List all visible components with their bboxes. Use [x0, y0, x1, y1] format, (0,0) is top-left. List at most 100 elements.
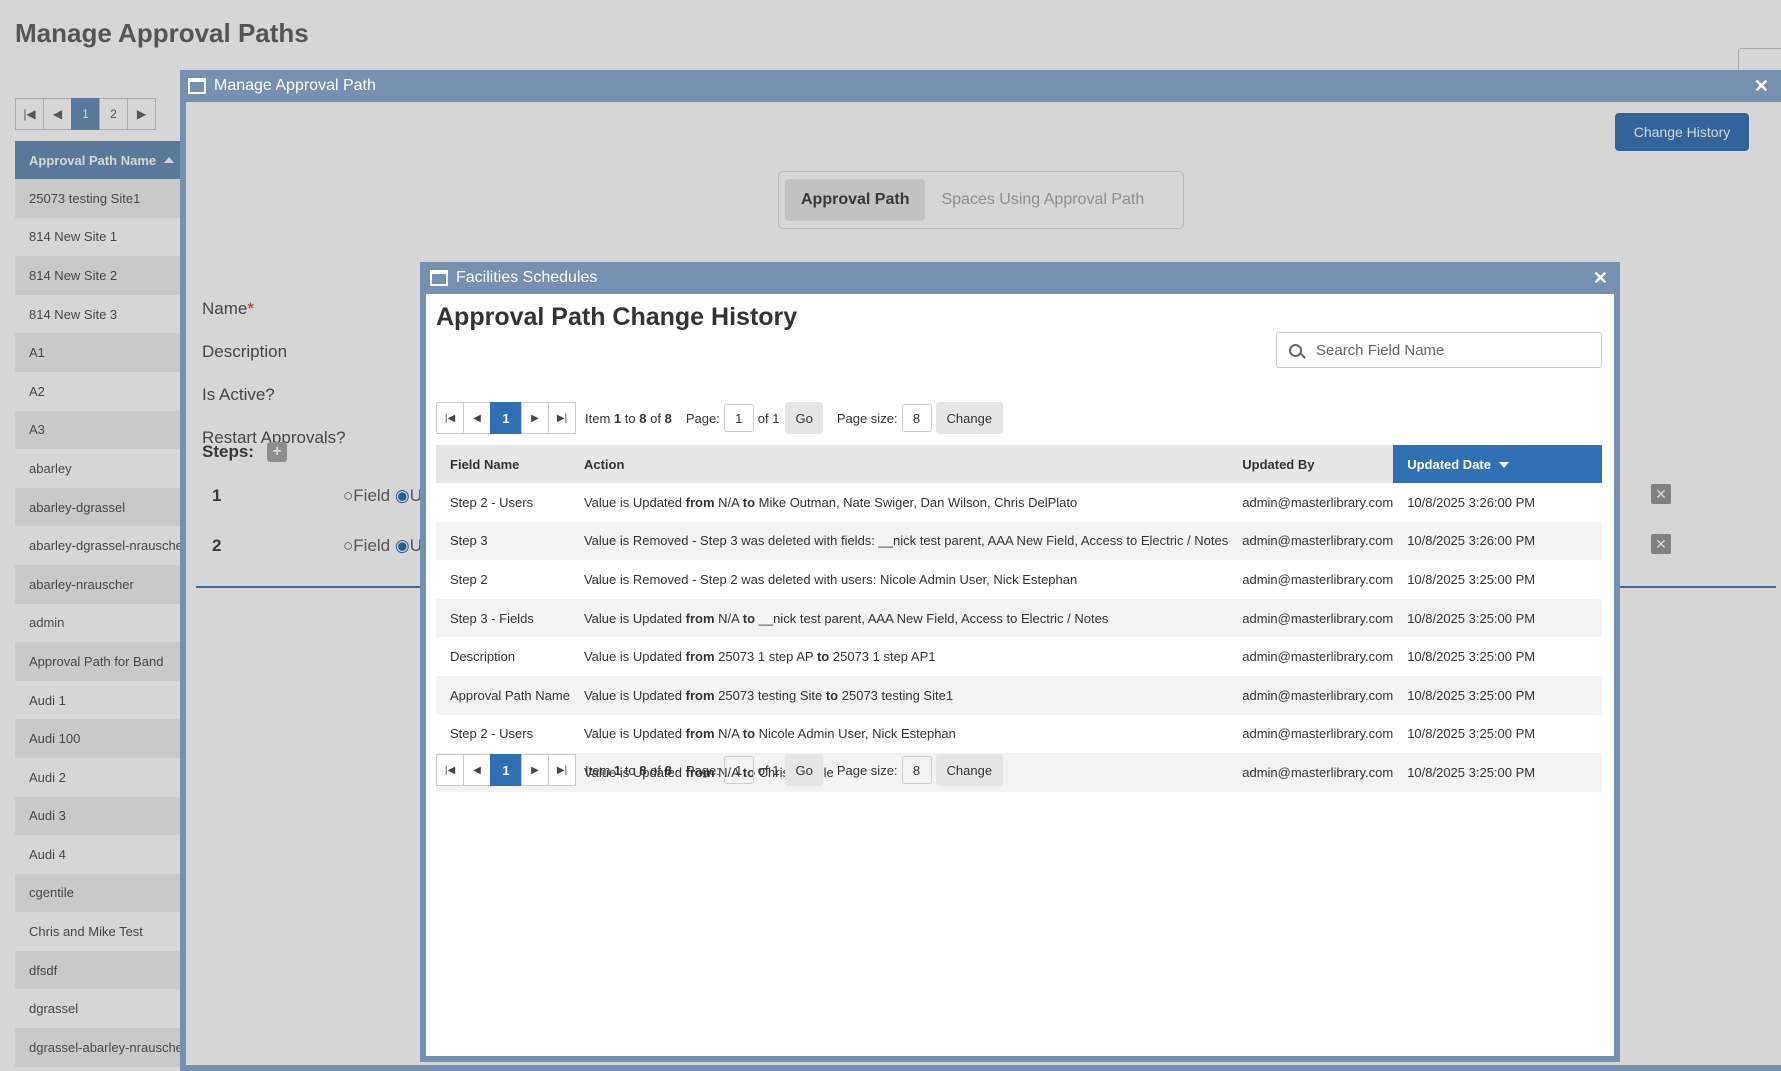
first-page-icon[interactable]: |◀	[436, 754, 464, 786]
first-page-icon[interactable]: |◀	[436, 402, 464, 434]
page-label: Page:	[685, 410, 720, 426]
action-cell: Value is Removed - Step 3 was deleted wi…	[569, 521, 1229, 561]
field-name-cell: Step 2 - Users	[450, 494, 534, 510]
action-text: Value is Updated	[583, 649, 682, 665]
item-from: 1	[613, 410, 622, 426]
last-page-icon[interactable]: ▶|	[548, 402, 576, 434]
change-history-heading: Approval Path Change History	[436, 303, 798, 331]
item-to: 8	[639, 410, 647, 426]
page-number-input[interactable]: 1	[723, 756, 754, 784]
change-page-size-button[interactable]: Change	[935, 754, 1004, 786]
action-keyword-from: from	[685, 649, 715, 665]
table-row[interactable]: Approval Path Name Value is Updated from …	[436, 675, 1602, 715]
action-text: Value is Updated	[583, 610, 682, 626]
page-size-label: Page size:	[836, 410, 898, 426]
updated-date-cell: 10/8/2025 3:25:00 PM	[1407, 649, 1536, 665]
page-count: of 1	[757, 762, 780, 778]
action-old-value: N/A	[718, 610, 740, 626]
page-count: of 1	[757, 410, 780, 426]
table-header-row: Field Name Action Updated By Updated Dat…	[436, 445, 1602, 483]
item-of-word: of	[650, 762, 661, 778]
action-keyword-from: from	[685, 494, 715, 510]
action-new-value: Mike Outman, Nate Swiger, Dan Wilson, Ch…	[758, 494, 1078, 510]
action-old-value: 25073 1 step AP	[718, 649, 814, 665]
updated-by-cell: admin@masterlibrary.com	[1228, 598, 1394, 638]
updated-date-cell: 10/8/2025 3:25:00 PM	[1393, 753, 1602, 792]
updated-date-cell: 10/8/2025 3:25:00 PM	[1393, 675, 1602, 715]
window-icon	[430, 270, 448, 286]
column-header-action[interactable]: Action	[569, 445, 1229, 483]
action-text: Value is Updated	[583, 726, 682, 742]
window-titlebar[interactable]: Manage Approval Path ✕	[180, 70, 1781, 102]
page-label: Page:	[685, 762, 720, 778]
updated-by-cell: admin@masterlibrary.com	[1228, 521, 1394, 561]
updated-date-cell: 10/8/2025 3:25:00 PM	[1407, 726, 1536, 742]
change-page-size-button[interactable]: Change	[935, 402, 1004, 434]
column-header-updated-by[interactable]: Updated By	[1228, 445, 1394, 483]
table-row[interactable]: Step 3 Value is Removed - Step 3 was dele…	[436, 521, 1602, 561]
action-text: Value is Updated	[583, 494, 682, 510]
updated-date-cell: 10/8/2025 3:25:00 PM	[1407, 571, 1536, 587]
pager-top: |◀ ◀ 1 ▶ ▶| Item 1 to 8 of 8 Page: 1 of …	[436, 402, 1004, 434]
column-header-field-name[interactable]: Field Name	[436, 445, 570, 483]
item-to-word: to	[624, 762, 636, 778]
action-old-value: N/A	[718, 494, 740, 510]
table-row[interactable]: Step 2 - Users Value is Updated from N/A …	[436, 715, 1602, 754]
prev-page-icon[interactable]: ◀	[463, 754, 491, 786]
window-title: Manage Approval Path	[214, 77, 376, 94]
page-number-input[interactable]: 1	[723, 404, 754, 432]
field-name-cell: Step 3 - Fields	[436, 598, 570, 638]
column-header-updated-date[interactable]: Updated Date	[1393, 445, 1602, 483]
search-input[interactable]	[1316, 341, 1576, 359]
close-icon[interactable]: ✕	[1754, 76, 1769, 97]
updated-by-cell: admin@masterlibrary.com	[1242, 494, 1394, 510]
table-row[interactable]: Step 2 - Users Value is Updated from N/A …	[436, 483, 1602, 522]
item-range: Item 1 to 8 of 8	[585, 411, 672, 426]
item-to-word: to	[624, 410, 636, 426]
action-keyword-from: from	[685, 687, 715, 703]
action-text: Value is Removed - Step 3 was deleted wi…	[583, 533, 1229, 549]
page-size-input[interactable]: 8	[901, 404, 932, 432]
action-old-value: 25073 testing Site	[718, 687, 823, 703]
action-keyword-from: from	[685, 610, 715, 626]
table-row[interactable]: Step 3 - Fields Value is Updated from N/A…	[436, 598, 1602, 638]
updated-date-cell: 10/8/2025 3:26:00 PM	[1407, 494, 1536, 510]
current-page-button[interactable]: 1	[490, 402, 522, 434]
field-name-cell: Step 2	[450, 571, 488, 587]
action-cell: Value is Updated from N/A to Nicole Admi…	[570, 715, 1228, 754]
next-page-icon[interactable]: ▶	[521, 402, 549, 434]
item-total: 8	[664, 410, 672, 426]
action-cell: Value is Updated from 25073 1 step AP to…	[570, 637, 1228, 676]
action-keyword-to: to	[816, 649, 830, 665]
action-keyword-to: to	[825, 687, 839, 703]
action-keyword-to: to	[742, 726, 756, 742]
last-page-icon[interactable]: ▶|	[548, 754, 576, 786]
search-field[interactable]	[1276, 332, 1602, 368]
action-text: Value is Updated	[583, 687, 682, 703]
action-old-value: N/A	[718, 726, 740, 742]
current-page-button[interactable]: 1	[490, 754, 522, 786]
window-body: Approval Path Change History |◀ ◀ 1 ▶ ▶|…	[426, 294, 1614, 1056]
next-page-icon[interactable]: ▶	[521, 754, 549, 786]
updated-by-cell: admin@masterlibrary.com	[1228, 675, 1394, 715]
window-titlebar[interactable]: Facilities Schedules ✕	[420, 262, 1620, 294]
action-cell: Value is Updated from N/A to __nick test…	[569, 598, 1229, 638]
page-size-input[interactable]: 8	[901, 756, 932, 784]
go-button[interactable]: Go	[785, 402, 823, 434]
item-total: 8	[664, 762, 672, 778]
close-icon[interactable]: ✕	[1593, 268, 1608, 289]
go-button[interactable]: Go	[785, 754, 823, 786]
window-title: Facilities Schedules	[456, 269, 598, 286]
item-prefix: Item	[585, 410, 611, 426]
action-text: Value is Removed - Step 2 was deleted wi…	[583, 571, 1078, 587]
action-new-value: 25073 1 step AP1	[832, 649, 936, 665]
updated-by-cell: admin@masterlibrary.com	[1242, 571, 1394, 587]
field-name-cell: Step 3	[436, 521, 570, 561]
action-cell: Value is Updated from N/A to Mike Outman…	[570, 483, 1228, 522]
action-keyword-from: from	[685, 726, 715, 742]
item-prefix: Item	[585, 762, 611, 778]
prev-page-icon[interactable]: ◀	[463, 402, 491, 434]
updated-date-label: Updated Date	[1407, 456, 1491, 472]
table-row[interactable]: Description Value is Updated from 25073 1…	[436, 637, 1602, 676]
table-row[interactable]: Step 2 Value is Removed - Step 2 was dele…	[436, 560, 1602, 599]
